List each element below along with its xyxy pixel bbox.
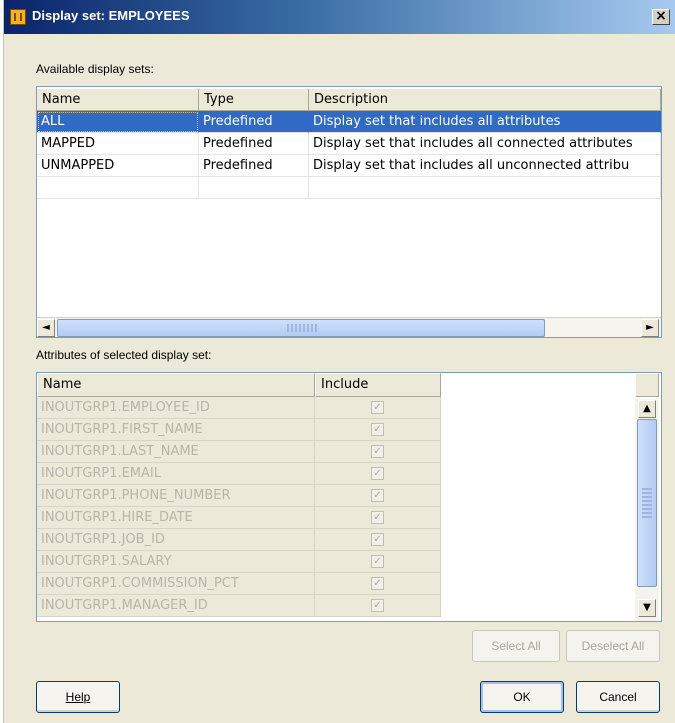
attribute-name-cell: INOUTGRP1.COMMISSION_PCT [37, 573, 315, 595]
scroll-up-icon[interactable]: ▲ [638, 400, 656, 418]
attribute-name-cell: INOUTGRP1.LAST_NAME [37, 441, 315, 463]
display-set-row[interactable]: MAPPED Predefined Display set that include… [37, 133, 661, 155]
select-all-button[interactable]: Select All [472, 630, 560, 662]
attribute-name-cell: INOUTGRP1.SALARY [37, 551, 315, 573]
table-corner [635, 373, 659, 397]
include-checkbox: ✓ [371, 467, 384, 480]
attribute-include-cell: ✓ [315, 419, 441, 441]
attribute-include-cell: ✓ [315, 595, 441, 617]
display-set-row[interactable]: UNMAPPED Predefined Display set that inclu… [37, 155, 661, 177]
cancel-label: Cancel [599, 690, 637, 704]
display-set-name-cell[interactable]: ALL [37, 111, 199, 133]
attribute-include-cell: ✓ [315, 485, 441, 507]
display-set-description-cell[interactable]: Display set that includes all unconnecte… [309, 155, 661, 177]
vertical-scrollbar[interactable]: ▲ ▼ [635, 399, 659, 621]
attribute-include-cell: ✓ [315, 441, 441, 463]
attribute-include-cell: ✓ [315, 551, 441, 573]
attribute-name-cell: INOUTGRP1.JOB_ID [37, 529, 315, 551]
attribute-name-cell: INOUTGRP1.MANAGER_ID [37, 595, 315, 617]
help-button[interactable]: Help [36, 681, 120, 713]
vertical-scroll-thumb[interactable] [637, 419, 657, 587]
include-checkbox: ✓ [371, 599, 384, 612]
attribute-name-cell: INOUTGRP1.PHONE_NUMBER [37, 485, 315, 507]
empty-cell [199, 177, 309, 199]
horizontal-scrollbar[interactable]: ◄ ► [37, 317, 661, 337]
display-set-description-cell[interactable]: Display set that includes all connected … [309, 133, 661, 155]
empty-cell [309, 177, 661, 199]
attribute-include-cell: ✓ [315, 573, 441, 595]
grip-icon [642, 488, 652, 518]
include-checkbox: ✓ [371, 533, 384, 546]
attribute-row: INOUTGRP1.EMPLOYEE_ID ✓ [37, 397, 441, 419]
include-checkbox: ✓ [371, 555, 384, 568]
help-label: Help [65, 690, 91, 704]
attribute-row: INOUTGRP1.HIRE_DATE ✓ [37, 507, 441, 529]
attribute-include-cell: ✓ [315, 397, 441, 419]
attribute-row: INOUTGRP1.JOB_ID ✓ [37, 529, 441, 551]
attribute-name-cell: INOUTGRP1.FIRST_NAME [37, 419, 315, 441]
display-set-description-cell[interactable]: Display set that includes all attributes [309, 111, 661, 133]
title-bar[interactable]: Display set: EMPLOYEES × [4, 0, 675, 34]
attribute-name-cell: INOUTGRP1.EMPLOYEE_ID [37, 397, 315, 419]
display-set-name-cell[interactable]: UNMAPPED [37, 155, 199, 177]
attribute-row: INOUTGRP1.FIRST_NAME ✓ [37, 419, 441, 441]
display-set-row[interactable]: ALL Predefined Display set that includes a… [37, 111, 661, 133]
include-checkbox: ✓ [371, 511, 384, 524]
attribute-name-cell: INOUTGRP1.EMAIL [37, 463, 315, 485]
table-header: Name Include [37, 373, 441, 397]
attribute-row: INOUTGRP1.PHONE_NUMBER ✓ [37, 485, 441, 507]
table-header: Name Type Description [37, 89, 661, 111]
attribute-row: INOUTGRP1.SALARY ✓ [37, 551, 441, 573]
empty-row [37, 177, 661, 199]
display-set-type-cell[interactable]: Predefined [199, 111, 309, 133]
include-checkbox: ✓ [371, 445, 384, 458]
include-checkbox: ✓ [371, 401, 384, 414]
window-title: Display set: EMPLOYEES [32, 8, 190, 23]
display-set-type-cell[interactable]: Predefined [199, 155, 309, 177]
ok-label: OK [513, 690, 531, 704]
attribute-include-cell: ✓ [315, 463, 441, 485]
horizontal-scroll-thumb[interactable] [57, 319, 545, 337]
deselect-all-label: Deselect All [581, 639, 645, 653]
column-header-description[interactable]: Description [309, 89, 661, 111]
attribute-include-cell: ✓ [315, 507, 441, 529]
display-set-type-cell[interactable]: Predefined [199, 133, 309, 155]
column-header-name[interactable]: Name [37, 373, 315, 397]
scroll-down-icon[interactable]: ▼ [638, 599, 656, 617]
empty-cell [37, 177, 199, 199]
available-display-sets-label: Available display sets: [36, 62, 154, 76]
select-all-label: Select All [491, 639, 541, 653]
deselect-all-button[interactable]: Deselect All [566, 630, 660, 662]
grip-icon [287, 324, 317, 332]
close-button[interactable]: × [652, 9, 670, 25]
attribute-include-cell: ✓ [315, 529, 441, 551]
column-header-type[interactable]: Type [199, 89, 309, 111]
attribute-row: INOUTGRP1.COMMISSION_PCT ✓ [37, 573, 441, 595]
scroll-right-icon[interactable]: ► [641, 319, 659, 337]
ok-button[interactable]: OK [480, 681, 564, 713]
include-checkbox: ✓ [371, 577, 384, 590]
attribute-row: INOUTGRP1.LAST_NAME ✓ [37, 441, 441, 463]
attribute-name-cell: INOUTGRP1.HIRE_DATE [37, 507, 315, 529]
cancel-button[interactable]: Cancel [576, 681, 660, 713]
attribute-row: INOUTGRP1.EMAIL ✓ [37, 463, 441, 485]
scroll-left-icon[interactable]: ◄ [37, 319, 55, 337]
display-set-icon [10, 9, 26, 25]
include-checkbox: ✓ [371, 489, 384, 502]
attributes-label: Attributes of selected display set: [36, 348, 212, 362]
include-checkbox: ✓ [371, 423, 384, 436]
display-set-name-cell[interactable]: MAPPED [37, 133, 199, 155]
attribute-row: INOUTGRP1.MANAGER_ID ✓ [37, 595, 441, 617]
available-display-sets-table: Name Type Description ALL Predefined Displ… [36, 86, 662, 338]
column-header-name[interactable]: Name [37, 89, 199, 111]
dialog-window: Display set: EMPLOYEES × Available displ… [3, 0, 675, 723]
column-header-include[interactable]: Include [315, 373, 441, 397]
attributes-table: Name Include INOUTGRP1.EMPLOYEE_ID ✓ INOUT… [36, 372, 662, 622]
